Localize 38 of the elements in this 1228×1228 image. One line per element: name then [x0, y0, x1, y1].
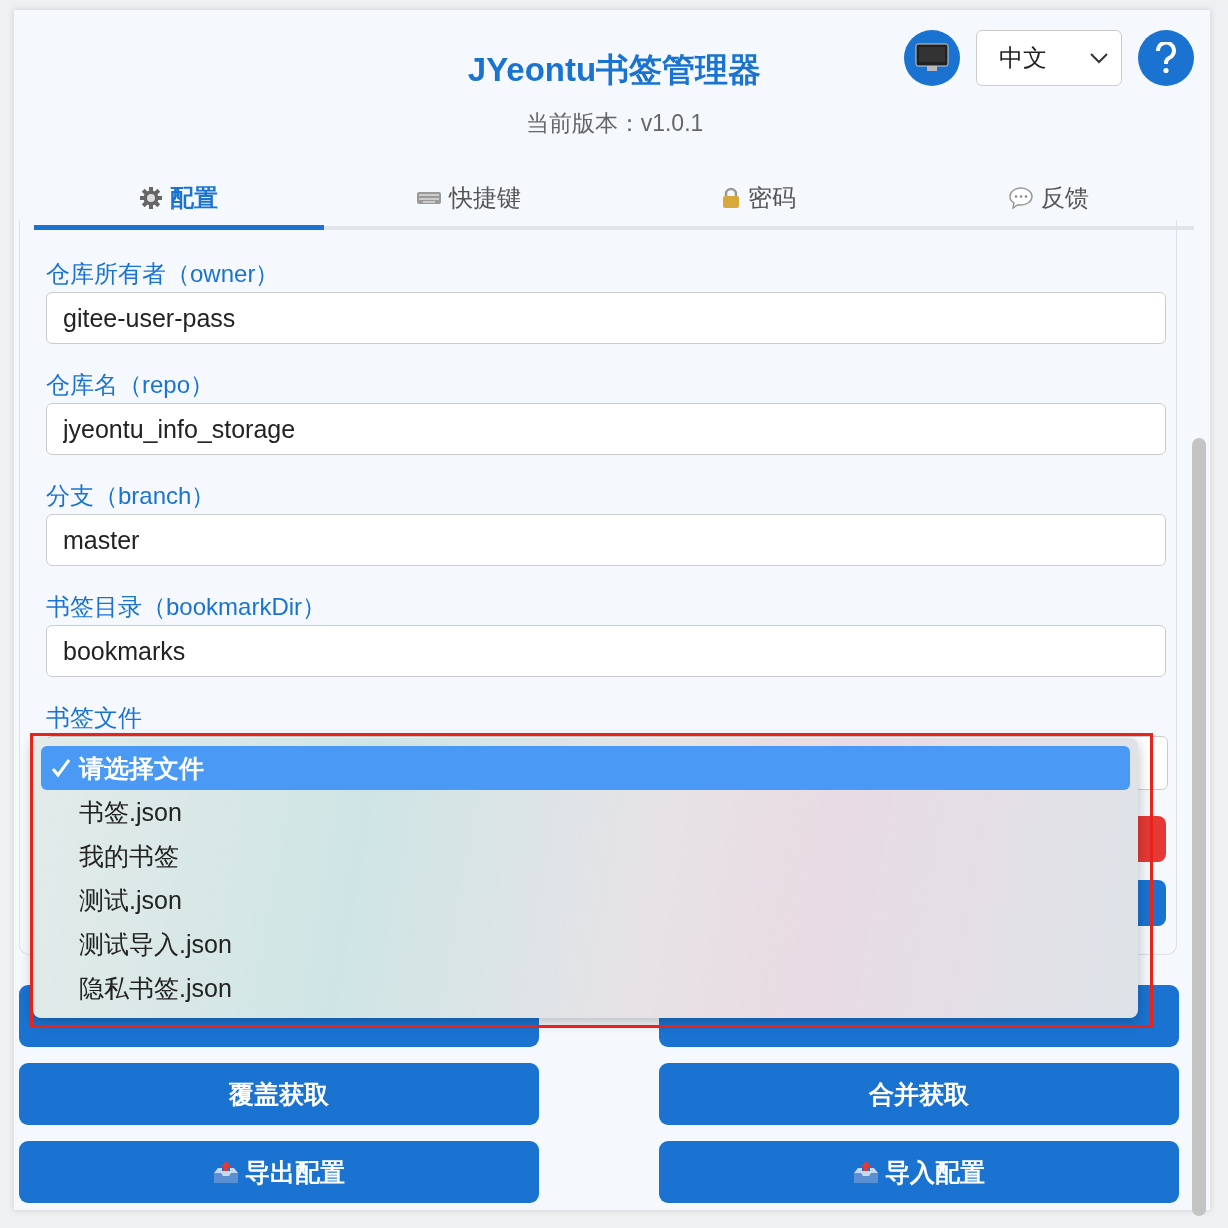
input-field[interactable]: bookmarks	[46, 625, 1166, 677]
gear-icon	[140, 186, 162, 209]
language-select[interactable]: 中文	[976, 30, 1122, 86]
input-field[interactable]: gitee-user-pass	[46, 292, 1166, 344]
field-label: 书签目录（bookmarkDir）	[46, 592, 327, 622]
monitor-icon	[915, 43, 949, 73]
tab[interactable]: 快捷键	[324, 170, 614, 230]
inbox-tray-icon	[213, 1160, 239, 1184]
lock-icon	[722, 186, 740, 209]
tab[interactable]: 配置	[34, 170, 324, 230]
field-label: 分支（branch）	[46, 481, 216, 511]
menu-option[interactable]: 隐私书签.json	[41, 966, 1130, 1010]
menu-option[interactable]: 我的书签	[41, 834, 1130, 878]
speech-bubble-icon	[1009, 186, 1033, 209]
menu-option[interactable]: 测试导入.json	[41, 922, 1130, 966]
action-button[interactable]: 覆盖获取	[19, 1063, 539, 1125]
action-button[interactable]: 导入配置	[659, 1141, 1179, 1203]
help-icon	[1155, 42, 1177, 74]
scrollbar[interactable]	[1192, 438, 1206, 1216]
theme-button[interactable]	[904, 30, 960, 86]
help-button[interactable]	[1138, 30, 1194, 86]
action-button[interactable]: 合并获取	[659, 1063, 1179, 1125]
version-text: 当前版本：v1.0.1	[525, 110, 704, 136]
input-field[interactable]: jyeontu_info_storage	[46, 403, 1166, 455]
keyboard-icon	[417, 191, 441, 204]
chevron-down-icon	[1089, 52, 1109, 64]
menu-option[interactable]: 测试.json	[41, 878, 1130, 922]
field-label: 仓库所有者（owner）	[46, 259, 280, 289]
action-button[interactable]: 导出配置	[19, 1141, 539, 1203]
field-label: 仓库名（repo）	[46, 370, 215, 400]
checkmark-icon	[51, 758, 71, 778]
field-label: 书签文件	[46, 703, 142, 733]
inbox-tray-icon	[853, 1160, 879, 1184]
tab[interactable]: 密码	[614, 170, 904, 230]
tab[interactable]: 反馈	[904, 170, 1194, 230]
app-title: JYeontu书签管理器	[467, 51, 762, 88]
menu-option[interactable]: 书签.json	[41, 790, 1130, 834]
input-field[interactable]: master	[46, 514, 1166, 566]
